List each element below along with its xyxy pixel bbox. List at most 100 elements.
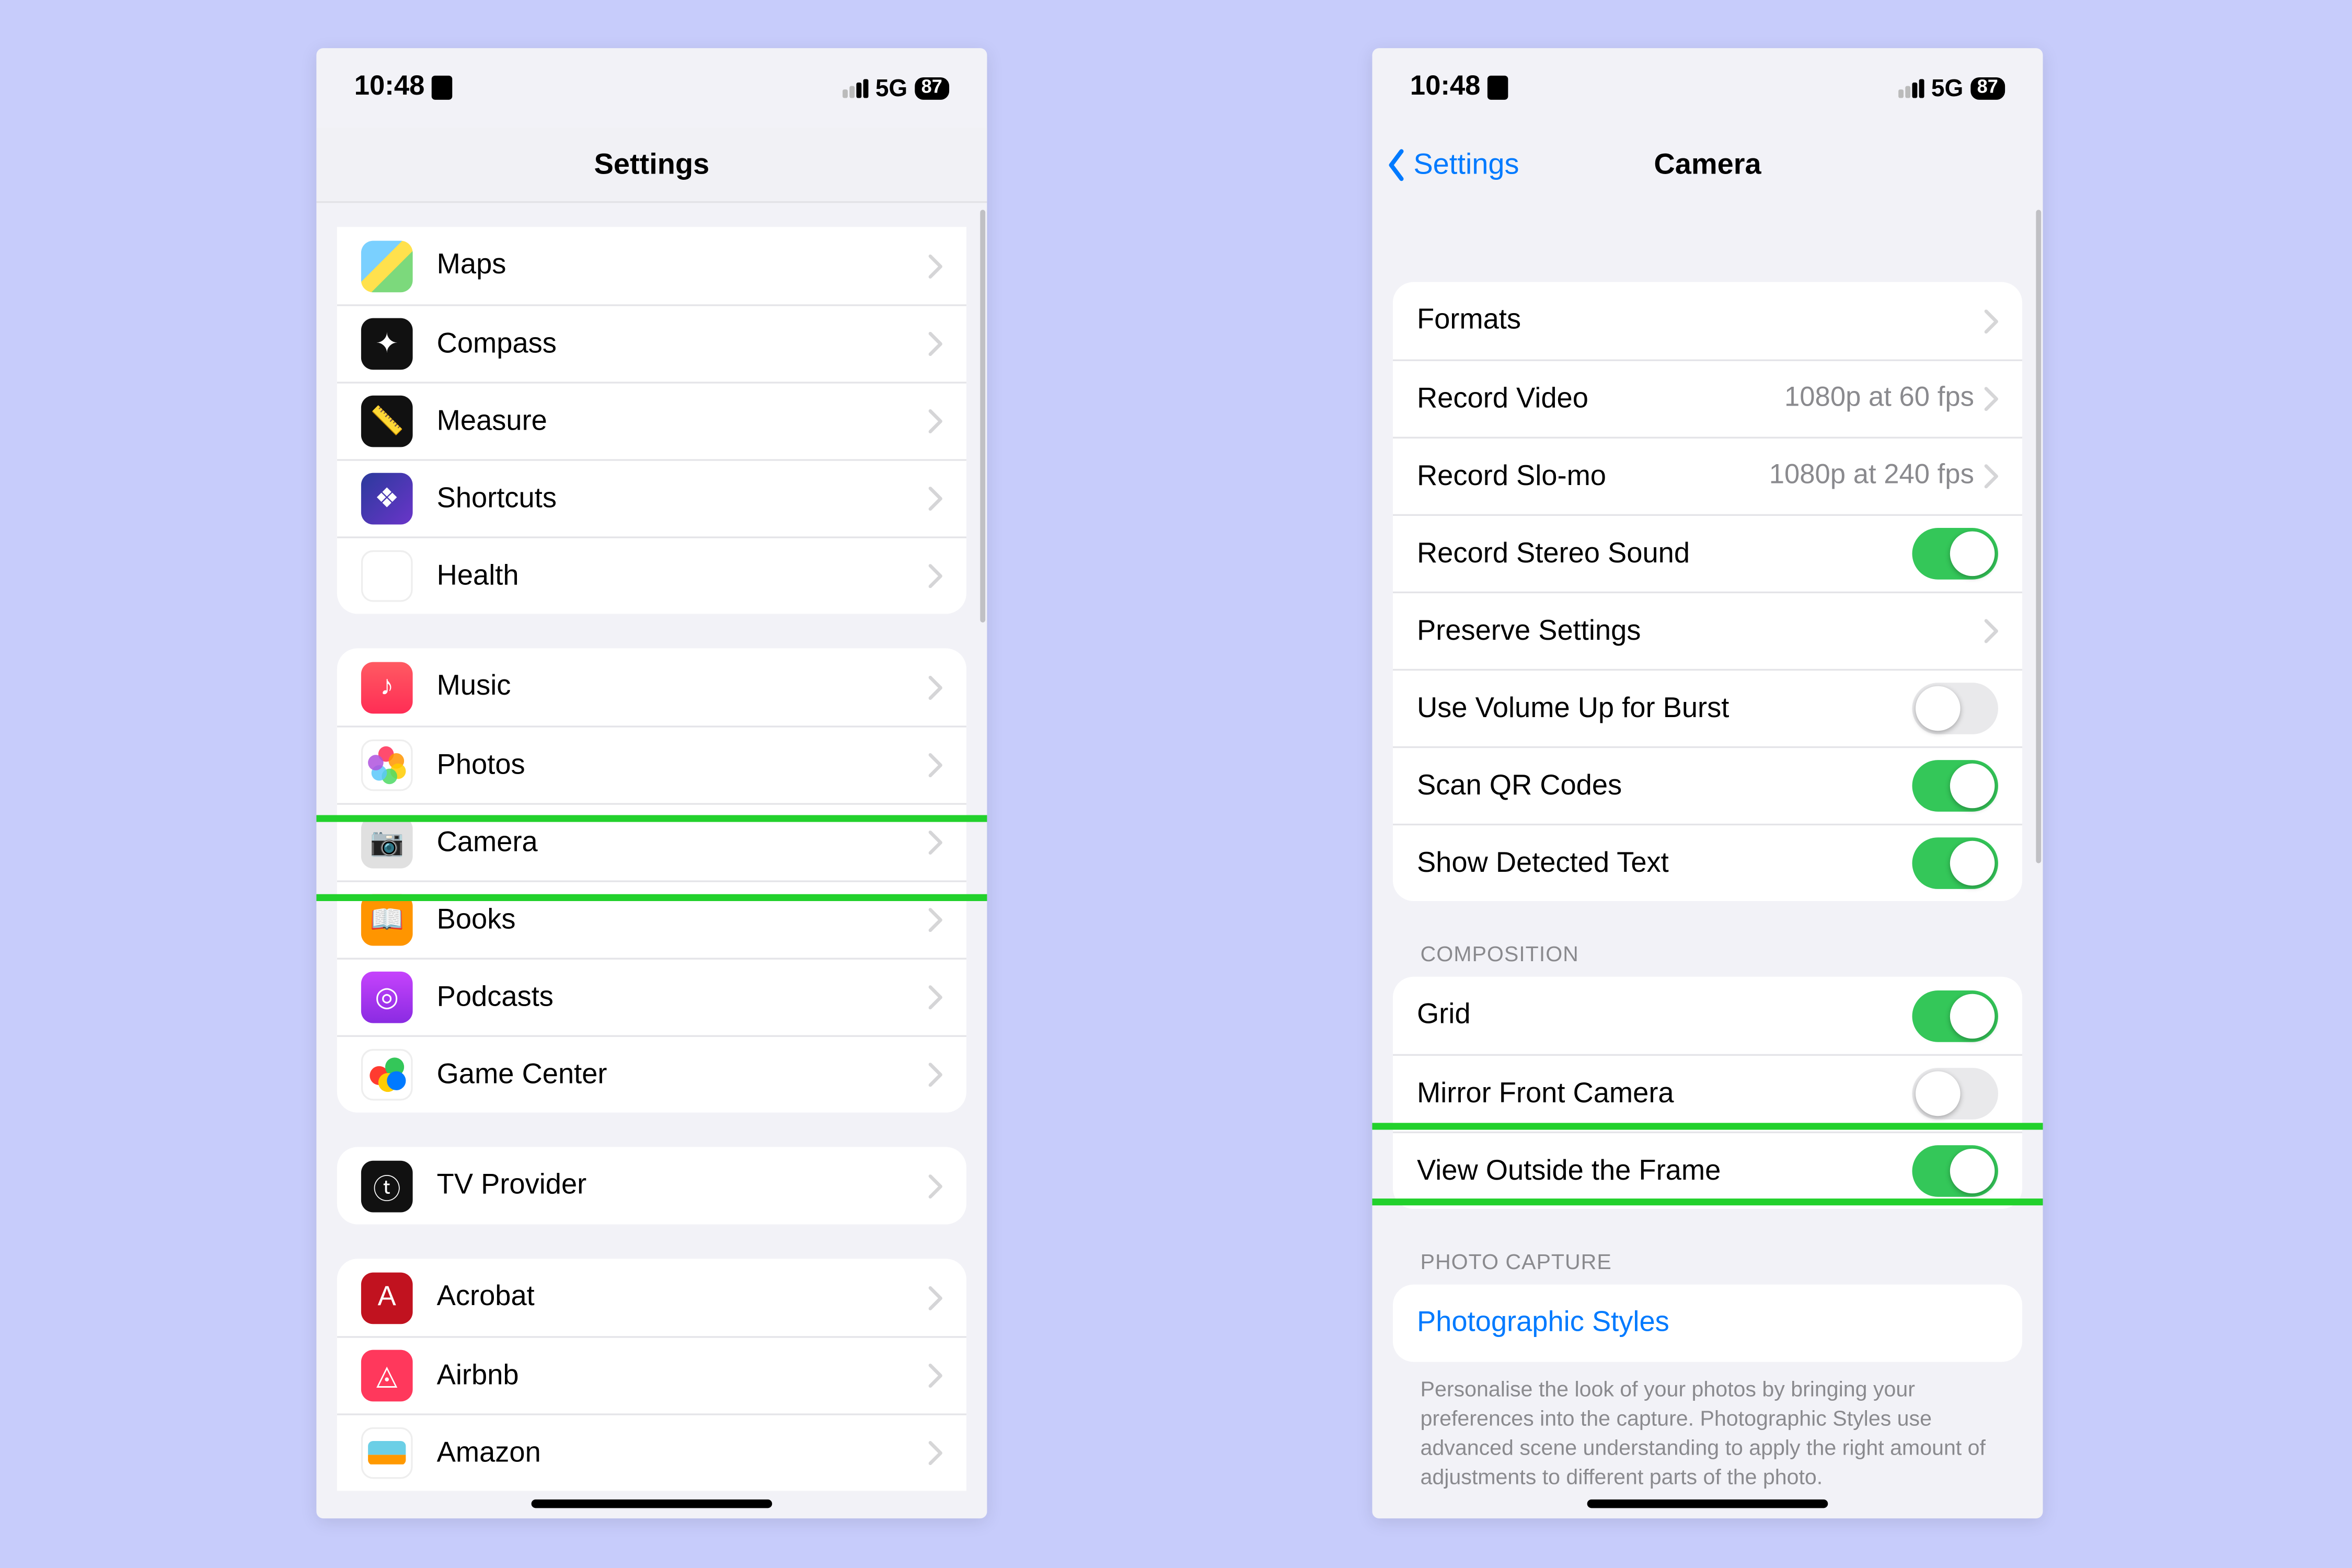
settings-row-photos[interactable]: Photos (337, 725, 966, 803)
settings-row-maps[interactable]: Maps (337, 227, 966, 304)
section-header-photo-capture: Photo Capture (1421, 1250, 1995, 1274)
row-label: Compass (437, 328, 929, 361)
toggle-detected-text[interactable] (1912, 837, 1998, 889)
setting-formats[interactable]: Formats (1393, 282, 2022, 360)
amazon-icon (361, 1427, 413, 1479)
row-label: TV Provider (437, 1169, 929, 1202)
row-detail: 1080p at 240 fps (1769, 461, 1974, 492)
row-label: Game Center (437, 1058, 929, 1091)
cellular-signal-icon (843, 78, 868, 97)
setting-preserve-settings[interactable]: Preserve Settings (1393, 592, 2022, 669)
settings-row-tv-provider[interactable]: ⓣ TV Provider (337, 1147, 966, 1224)
chevron-right-icon (929, 1364, 942, 1388)
toggle-grid[interactable] (1912, 989, 1998, 1041)
row-label: Music (437, 671, 929, 704)
settings-row-podcasts[interactable]: ◎ Podcasts (337, 958, 966, 1035)
row-label: Health (437, 560, 929, 593)
setting-volume-burst[interactable]: Use Volume Up for Burst (1393, 669, 2022, 746)
status-time: 10:48 (1410, 72, 1481, 103)
settings-row-shortcuts[interactable]: ❖ Shortcuts (337, 459, 966, 536)
row-label: Photographic Styles (1417, 1307, 1998, 1340)
settings-row-airbnb[interactable]: ◬ Airbnb (337, 1336, 966, 1413)
setting-scan-qr[interactable]: Scan QR Codes (1393, 746, 2022, 824)
tv-provider-icon: ⓣ (361, 1160, 413, 1212)
shortcuts-icon: ❖ (361, 473, 413, 525)
row-label: Maps (437, 249, 929, 282)
chevron-right-icon (929, 332, 942, 356)
chevron-right-icon (929, 985, 942, 1009)
toggle-view-outside[interactable] (1912, 1145, 1998, 1197)
row-label: Record Video (1417, 383, 1784, 416)
toggle-mirror-front[interactable] (1912, 1068, 1998, 1120)
row-label: Acrobat (437, 1281, 929, 1314)
chevron-right-icon (929, 1063, 942, 1087)
airbnb-icon: ◬ (361, 1350, 413, 1402)
settings-row-measure[interactable]: 📏Measure (337, 382, 966, 459)
toggle-scan-qr[interactable] (1912, 760, 1998, 812)
status-time: 10:48 (354, 72, 425, 103)
network-label: 5G (875, 74, 907, 101)
chevron-right-icon (929, 487, 942, 511)
camera-icon: 📷 (361, 817, 413, 869)
settings-row-game-center[interactable]: Game Center (337, 1035, 966, 1113)
settings-row-compass[interactable]: ✦ Compass (337, 304, 966, 382)
back-button[interactable]: Settings (1386, 127, 1519, 203)
settings-row-acrobat[interactable]: A Acrobat (337, 1259, 966, 1336)
row-label: Grid (1417, 999, 1912, 1032)
home-indicator (532, 1500, 773, 1508)
music-icon: ♪ (361, 661, 413, 713)
settings-row-health[interactable]: ♥Health (337, 536, 966, 614)
chevron-left-icon (1386, 148, 1406, 182)
screenshot-settings: 10:48 5G 87 Settings Maps ✦ Compass 📏Measur… (316, 48, 987, 1518)
status-bar: 10:48 5G 87 (316, 48, 987, 127)
cellular-signal-icon (1898, 78, 1924, 97)
row-label: Airbnb (437, 1359, 929, 1392)
setting-detected-text[interactable]: Show Detected Text (1393, 824, 2022, 901)
row-label: Podcasts (437, 981, 929, 1014)
row-label: Amazon (437, 1437, 929, 1470)
maps-icon (361, 240, 413, 292)
toggle-record-stereo[interactable] (1912, 528, 1998, 580)
acrobat-icon: A (361, 1272, 413, 1323)
row-label: Use Volume Up for Burst (1417, 692, 1912, 725)
focus-indicator-icon (432, 76, 452, 100)
setting-record-stereo[interactable]: Record Stereo Sound (1393, 514, 2022, 592)
settings-list[interactable]: Maps ✦ Compass 📏Measure ❖ Shortcuts ♥Health ♪ M… (316, 203, 987, 1518)
setting-view-outside[interactable]: View Outside the Frame (1393, 1132, 2022, 1209)
settings-row-books[interactable]: 📖Books (337, 880, 966, 958)
row-label: Camera (437, 826, 929, 859)
row-label: Mirror Front Camera (1417, 1077, 1912, 1110)
chevron-right-icon (1985, 464, 1998, 488)
setting-mirror-front[interactable]: Mirror Front Camera (1393, 1054, 2022, 1132)
page-title: Settings (594, 147, 710, 181)
settings-row-music[interactable]: ♪ Music (337, 648, 966, 725)
nav-bar: Settings (316, 127, 987, 203)
setting-record-slomo[interactable]: Record Slo-mo1080p at 240 fps (1393, 437, 2022, 514)
game-center-icon (361, 1049, 413, 1101)
status-bar: 10:48 5G 87 (1372, 48, 2043, 127)
settings-row-camera[interactable]: 📷 Camera (337, 803, 966, 880)
focus-indicator-icon (1488, 76, 1508, 100)
books-icon: 📖 (361, 894, 413, 946)
chevron-right-icon (1985, 619, 1998, 643)
chevron-right-icon (929, 253, 942, 278)
camera-settings-list[interactable]: FormatsRecord Video1080p at 60 fpsRecord… (1372, 203, 2043, 1518)
row-label: Show Detected Text (1417, 847, 1912, 880)
setting-record-video[interactable]: Record Video1080p at 60 fps (1393, 360, 2022, 437)
row-detail: 1080p at 60 fps (1784, 384, 1974, 414)
measure-icon: 📏 (361, 396, 413, 447)
row-label: Shortcuts (437, 482, 929, 515)
scroll-indicator (980, 210, 985, 622)
settings-row-amazon[interactable]: Amazon (337, 1413, 966, 1491)
photos-icon (361, 740, 413, 791)
chevron-right-icon (929, 1441, 942, 1465)
section-footer-photo-capture: Personalise the look of your photos by b… (1421, 1376, 1995, 1492)
toggle-volume-burst[interactable] (1912, 683, 1998, 734)
chevron-right-icon (929, 1285, 942, 1309)
row-label: Scan QR Codes (1417, 769, 1912, 802)
chevron-right-icon (929, 409, 942, 433)
setting-photographic-styles[interactable]: Photographic Styles (1393, 1285, 2022, 1362)
podcasts-icon: ◎ (361, 972, 413, 1023)
setting-grid[interactable]: Grid (1393, 977, 2022, 1054)
compass-icon: ✦ (361, 318, 413, 370)
